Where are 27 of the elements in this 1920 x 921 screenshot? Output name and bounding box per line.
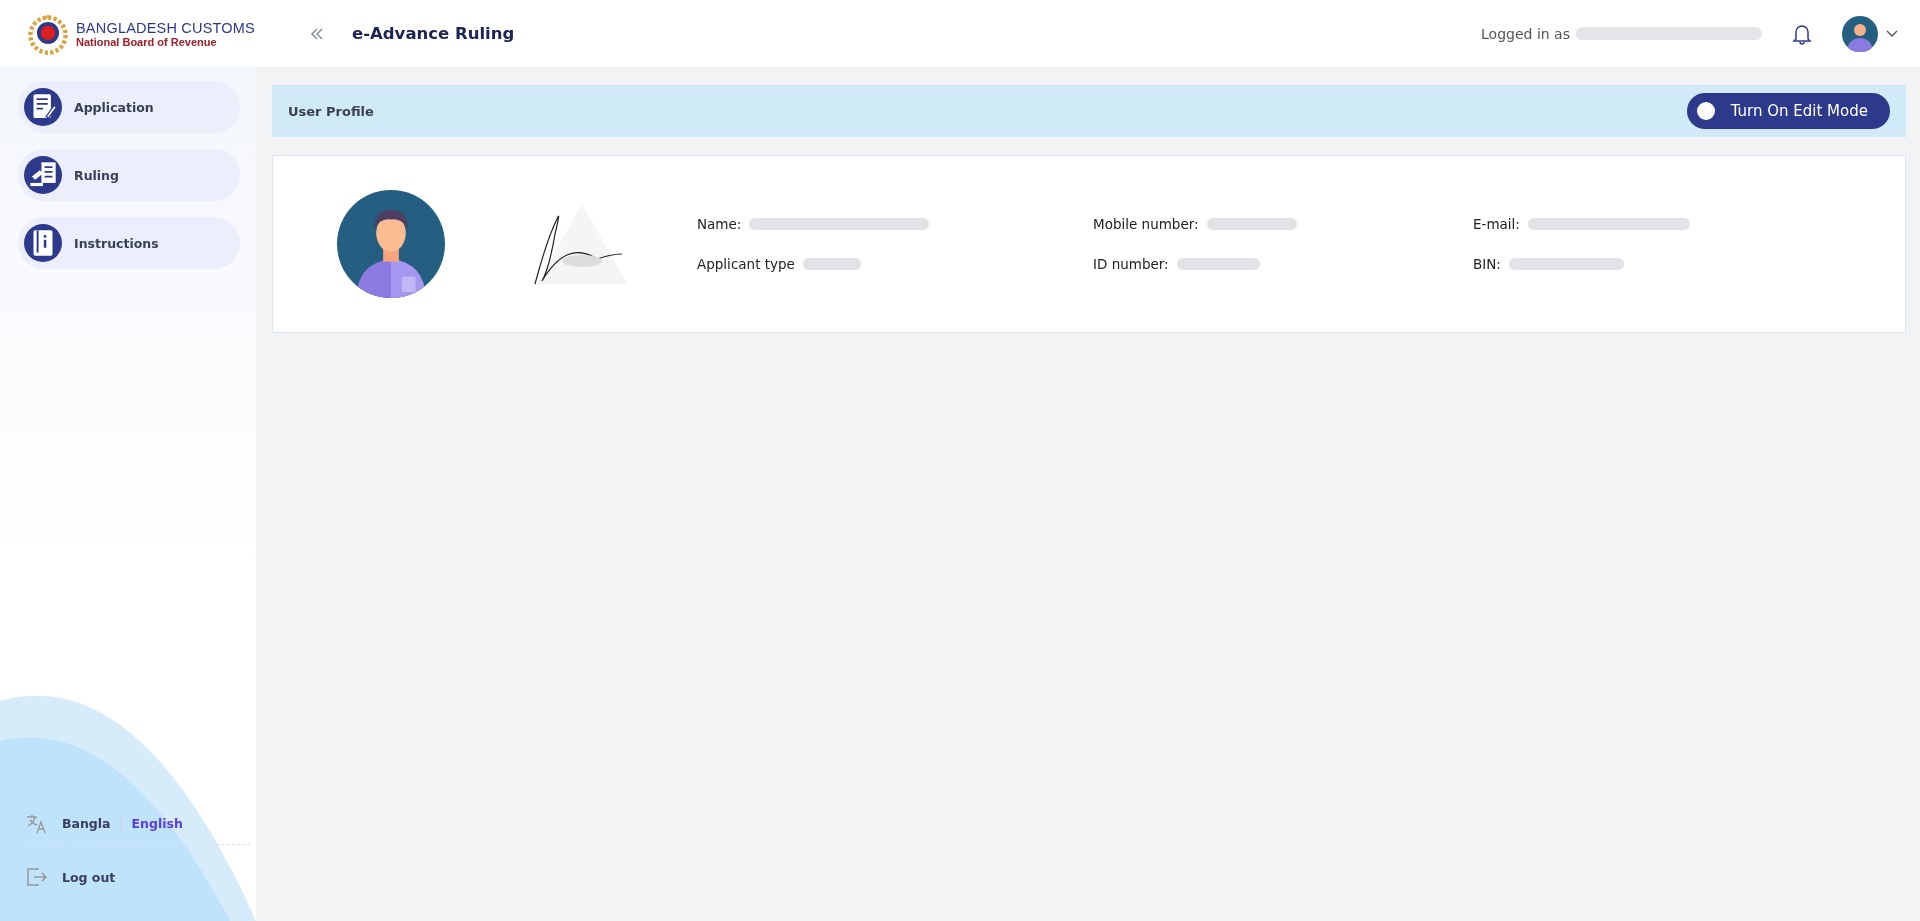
logged-in-label: Logged in as [1481,25,1570,42]
notification-bell-icon[interactable] [1792,22,1812,45]
sidebar-item[interactable]: Instructions [18,217,240,269]
user-avatar[interactable] [1842,15,1878,52]
section-title: User Profile [288,103,374,119]
field-label: E-mail: [1473,216,1520,232]
logout-link[interactable]: Log out [26,853,236,901]
app-title: e-Advance Ruling [352,24,515,43]
field-label: Mobile number: [1093,216,1199,232]
document-edit-icon [24,88,62,126]
field-label: Applicant type [697,256,795,272]
dropdown-caret-icon[interactable] [1886,29,1898,38]
field-label: Name: [697,216,742,232]
language-option[interactable]: Bangla [62,816,111,831]
book-icon [24,224,62,262]
gavel-document-icon [24,156,62,194]
logo-subtitle: National Board of Revenue [76,35,218,48]
logout-icon [26,867,48,887]
field-label: BIN: [1473,256,1501,272]
translate-icon [26,813,48,834]
sidebar-item[interactable]: Ruling [18,149,240,201]
edit-mode-toggle[interactable]: Turn On Edit Mode [1686,93,1890,129]
collapse-icon[interactable] [310,27,324,40]
sidebar-item[interactable]: Application [18,81,240,133]
field-label: ID number: [1093,256,1169,272]
language-option[interactable]: English [131,816,183,831]
logo-title: BANGLADESH CUSTOMS [76,19,255,36]
